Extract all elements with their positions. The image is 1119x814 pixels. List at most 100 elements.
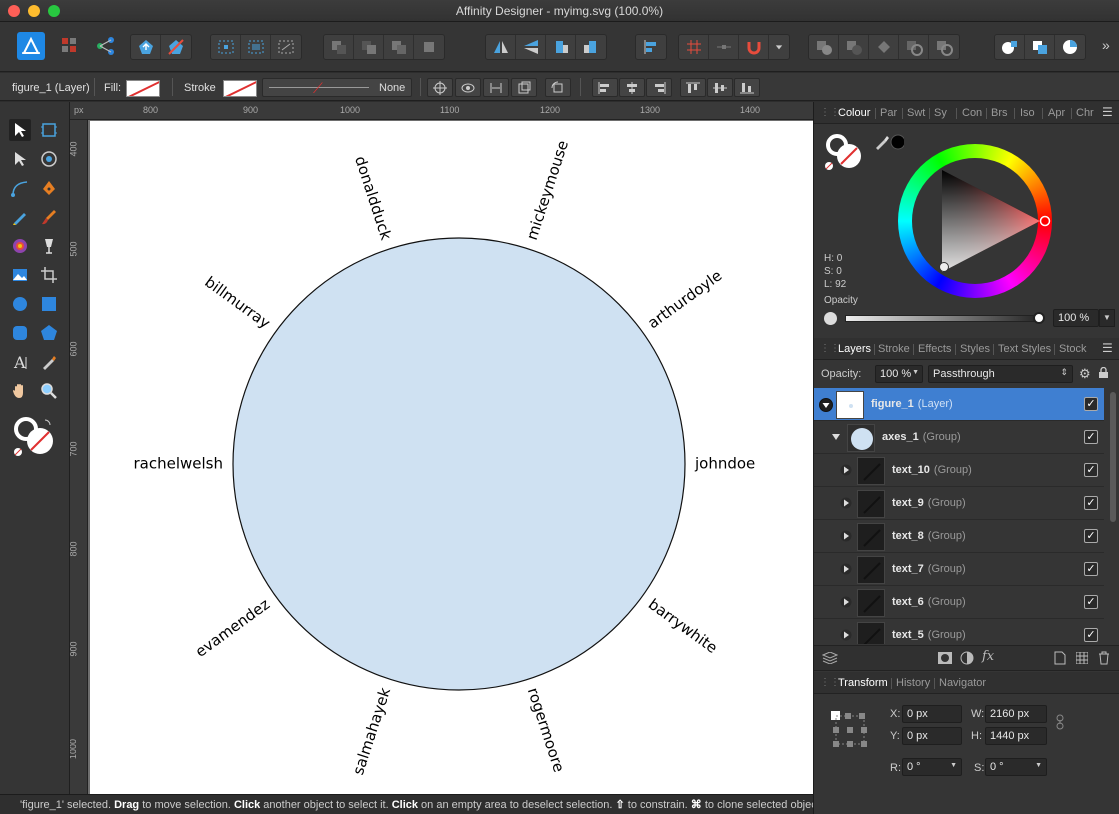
rectangle-tool-icon[interactable] bbox=[38, 293, 60, 315]
pie-label[interactable]: johndoe bbox=[694, 455, 755, 473]
layer-row[interactable]: text_6 (Group) ✓ bbox=[814, 586, 1104, 619]
subtract-boolean-icon[interactable] bbox=[839, 35, 869, 59]
align-icon[interactable] bbox=[636, 35, 666, 59]
insert-behind-icon[interactable] bbox=[995, 35, 1025, 59]
tab-apr[interactable]: Apr bbox=[1048, 107, 1065, 119]
pie-label[interactable]: rachelwelsh bbox=[134, 455, 224, 473]
layer-row[interactable]: axes_1 (Group) ✓ bbox=[814, 421, 1104, 454]
pen-tool-icon[interactable] bbox=[38, 177, 60, 199]
tab-iso[interactable]: Iso bbox=[1020, 107, 1035, 119]
y-field[interactable]: 0 px bbox=[902, 727, 962, 745]
snapping-dropdown-icon[interactable] bbox=[769, 35, 789, 59]
transform-origin-icon[interactable] bbox=[211, 35, 241, 59]
zoom-tool-icon[interactable] bbox=[38, 380, 60, 402]
node-tool-icon[interactable] bbox=[9, 148, 31, 170]
tab-par[interactable]: Par bbox=[880, 107, 897, 119]
rotate-right-icon[interactable] bbox=[576, 35, 606, 59]
pie-label[interactable]: billmurray bbox=[201, 273, 273, 332]
align-right-icon[interactable] bbox=[646, 78, 672, 97]
panel-menu-icon[interactable]: ☰ bbox=[1102, 341, 1113, 355]
tab-sy[interactable]: Sy bbox=[934, 107, 947, 119]
tab-navigator[interactable]: Navigator bbox=[939, 677, 986, 689]
rounded-rectangle-tool-icon[interactable] bbox=[9, 322, 31, 344]
sync-off-icon[interactable] bbox=[161, 35, 191, 59]
layer-opacity-field[interactable]: 100 % ▼ bbox=[875, 365, 923, 383]
fill-stroke-color-icon[interactable] bbox=[12, 415, 58, 459]
place-image-tool-icon[interactable] bbox=[9, 264, 31, 286]
chevron-right-icon[interactable] bbox=[840, 596, 852, 608]
add-boolean-icon[interactable] bbox=[809, 35, 839, 59]
height-field[interactable]: 1440 px bbox=[985, 727, 1047, 745]
intersect-boolean-icon[interactable] bbox=[869, 35, 899, 59]
rotate-left-icon[interactable] bbox=[546, 35, 576, 59]
fx-icon[interactable]: fx bbox=[982, 649, 994, 664]
move-front-icon[interactable] bbox=[414, 35, 444, 59]
stroke-style-field[interactable]: ⟋ None bbox=[262, 78, 412, 97]
panel-menu-icon[interactable]: ☰ bbox=[1102, 105, 1113, 119]
trash-icon[interactable] bbox=[1098, 651, 1110, 668]
align-bottom-icon[interactable] bbox=[734, 78, 760, 97]
gear-icon[interactable]: ⚙ bbox=[1079, 366, 1091, 382]
pie-label[interactable]: arthurdoyle bbox=[644, 266, 725, 332]
hand-tool-icon[interactable] bbox=[9, 380, 31, 402]
anchor-grid[interactable] bbox=[830, 710, 870, 750]
pie-label[interactable]: mickeymouse bbox=[523, 138, 572, 242]
target-icon[interactable] bbox=[427, 78, 453, 97]
flip-vertical-icon[interactable] bbox=[516, 35, 546, 59]
visibility-checkbox[interactable]: ✓ bbox=[1084, 595, 1098, 609]
tab-layers[interactable]: Layers bbox=[838, 343, 871, 355]
artboard-tool-icon[interactable] bbox=[38, 119, 60, 141]
export-persona-icon[interactable] bbox=[95, 36, 117, 56]
layer-row[interactable]: text_8 (Group) ✓ bbox=[814, 520, 1104, 553]
align-middle-icon[interactable] bbox=[707, 78, 733, 97]
tab-stock[interactable]: Stock bbox=[1059, 343, 1087, 355]
tab-brs[interactable]: Brs bbox=[991, 107, 1008, 119]
visibility-checkbox[interactable]: ✓ bbox=[1084, 529, 1098, 543]
layer-row[interactable]: text_10 (Group) ✓ bbox=[814, 454, 1104, 487]
document-page[interactable]: johndoe arthurdoyle mickeymouse donaldduck b… bbox=[90, 121, 813, 794]
transform-icon[interactable] bbox=[511, 78, 537, 97]
snapping-magnet-icon[interactable] bbox=[739, 35, 769, 59]
add-layer-icon[interactable] bbox=[1054, 651, 1066, 668]
tab-styles[interactable]: Styles bbox=[960, 343, 990, 355]
chevron-right-icon[interactable] bbox=[840, 530, 852, 542]
sync-icon[interactable] bbox=[131, 35, 161, 59]
rotate-box-icon[interactable] bbox=[271, 35, 301, 59]
colour-fill-stroke-icon[interactable] bbox=[824, 132, 868, 172]
tab-history[interactable]: History bbox=[896, 677, 930, 689]
vector-brush-tool-icon[interactable] bbox=[38, 206, 60, 228]
pencil-tool-icon[interactable] bbox=[9, 206, 31, 228]
divide-boolean-icon[interactable] bbox=[929, 35, 959, 59]
pie-circle[interactable] bbox=[232, 237, 686, 691]
move-backward-icon[interactable] bbox=[354, 35, 384, 59]
layer-row[interactable]: text_5 (Group) ✓ bbox=[814, 619, 1104, 644]
opacity-slider-handle[interactable] bbox=[1033, 312, 1045, 324]
move-forward-icon[interactable] bbox=[384, 35, 414, 59]
tab-chr[interactable]: Chr bbox=[1076, 107, 1094, 119]
layers-scrollbar[interactable] bbox=[1110, 392, 1116, 522]
x-field[interactable]: 0 px bbox=[902, 705, 962, 723]
pixel-persona-icon[interactable] bbox=[60, 36, 82, 56]
chevron-right-icon[interactable] bbox=[840, 497, 852, 509]
designer-persona-icon[interactable] bbox=[17, 32, 45, 60]
chevron-right-icon[interactable] bbox=[840, 464, 852, 476]
toolbar-overflow-icon[interactable]: » bbox=[1102, 37, 1110, 53]
figure-svg[interactable]: johndoe arthurdoyle mickeymouse donaldduck b… bbox=[90, 121, 813, 794]
chevron-right-icon[interactable] bbox=[840, 563, 852, 575]
hue-wheel[interactable] bbox=[898, 144, 1052, 298]
layer-row[interactable]: text_7 (Group) ✓ bbox=[814, 553, 1104, 586]
visibility-checkbox[interactable]: ✓ bbox=[1084, 463, 1098, 477]
tab-con[interactable]: Con bbox=[962, 107, 982, 119]
layers-stack-icon[interactable] bbox=[821, 651, 839, 667]
blend-mode-select[interactable]: Passthrough ⇕ bbox=[928, 365, 1073, 383]
tab-stroke[interactable]: Stroke bbox=[878, 343, 910, 355]
chevron-down-icon[interactable] bbox=[819, 398, 833, 412]
pie-label[interactable]: barrywhite bbox=[645, 595, 721, 657]
align-top-icon[interactable] bbox=[680, 78, 706, 97]
tab-transform[interactable]: Transform bbox=[838, 677, 888, 689]
polygon-tool-icon[interactable] bbox=[38, 322, 60, 344]
crop-tool-icon[interactable] bbox=[38, 264, 60, 286]
layer-row[interactable]: text_9 (Group) ✓ bbox=[814, 487, 1104, 520]
visibility-checkbox[interactable]: ✓ bbox=[1084, 628, 1098, 642]
contour-tool-icon[interactable] bbox=[38, 148, 60, 170]
